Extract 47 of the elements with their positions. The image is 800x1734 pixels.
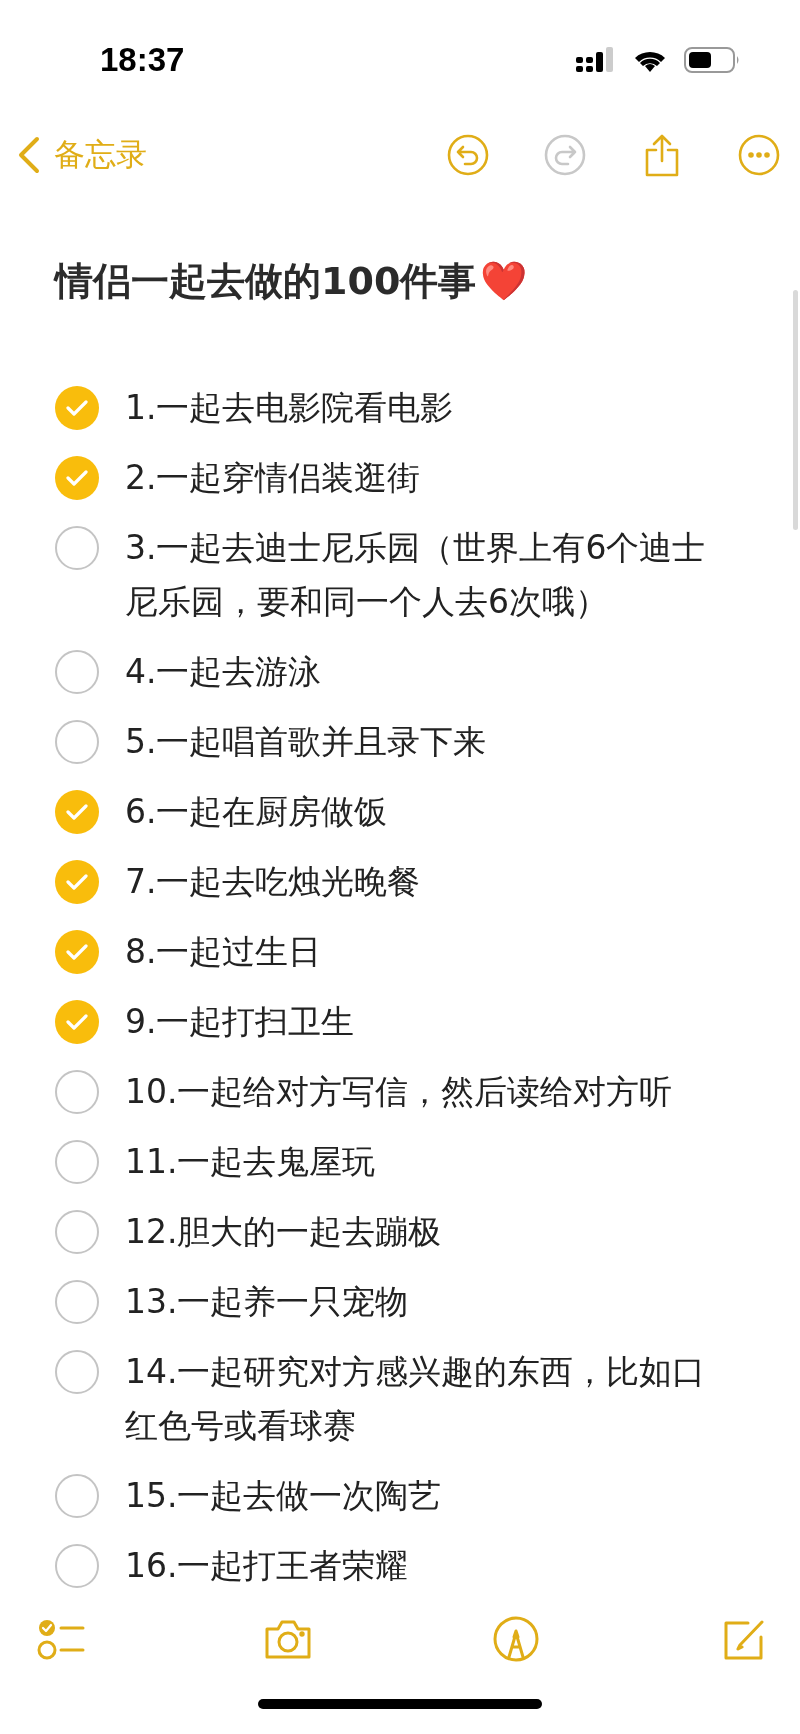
checkbox[interactable] [55,860,99,904]
back-button[interactable]: 备忘录 [18,134,147,176]
checkbox[interactable] [55,1474,99,1518]
chevron-left-icon [18,137,40,173]
checkbox[interactable] [55,1140,99,1184]
checklist-item-text: 3.一起去迪士尼乐园（世界上有6个迪士尼乐园，要和同一个人去6次哦） [125,527,707,623]
signal-icon [576,46,616,73]
checkbox[interactable] [55,650,99,694]
checklist-item-text: 16.一起打王者荣耀 [125,1545,410,1587]
checklist-item-text: 7.一起去吃烛光晚餐 [125,861,422,903]
checkbox[interactable] [55,1070,99,1114]
checklist-item-text: 4.一起去游泳 [125,651,323,693]
checklist-item-text: 11.一起去鬼屋玩 [125,1141,377,1183]
checklist-item-text: 2.一起穿情侣装逛街 [125,457,422,499]
checkmark-icon [66,469,88,487]
checklist-item-text: 14.一起研究对方感兴趣的东西，比如口红色号或看球赛 [125,1351,707,1447]
checklist-item-text: 6.一起在厨房做饭 [125,791,389,833]
checkbox[interactable] [55,1350,99,1394]
checkbox[interactable] [55,456,99,500]
checkmark-icon [66,943,88,961]
checkbox[interactable] [55,386,99,430]
checklist-item-text: 12.胆大的一起去蹦极 [125,1211,443,1253]
undo-icon[interactable] [445,132,491,178]
checkbox[interactable] [55,1210,99,1254]
checkmark-icon [66,803,88,821]
more-icon[interactable] [736,132,782,178]
battery-icon [684,45,740,74]
checkbox[interactable] [55,526,99,570]
checkmark-icon [66,399,88,417]
checklist-item-text: 13.一起养一只宠物 [125,1281,410,1323]
checkbox[interactable] [55,1544,99,1588]
note-title: 情侣一起去做的100件事 [55,258,477,305]
checklist-item-text: 5.一起唱首歌并且录下来 [125,721,488,763]
checklist-item-text: 1.一起去电影院看电影 [125,387,455,429]
checklist-item-text: 9.一起打扫卫生 [125,1001,356,1043]
checkbox[interactable] [55,790,99,834]
checkbox[interactable] [55,930,99,974]
checklist-item-text: 10.一起给对方写信，然后读给对方听 [125,1071,674,1113]
checkbox[interactable] [55,1280,99,1324]
checkbox[interactable] [55,1000,99,1044]
checkbox[interactable] [55,720,99,764]
checklist-item-text: 8.一起过生日 [125,931,323,973]
checkmark-icon [66,873,88,891]
status-time: 18:37 [100,40,185,79]
heart-icon: ❤ [480,255,528,307]
checklist-item-text: 15.一起去做一次陶艺 [125,1475,443,1517]
checkmark-icon [66,1013,88,1031]
